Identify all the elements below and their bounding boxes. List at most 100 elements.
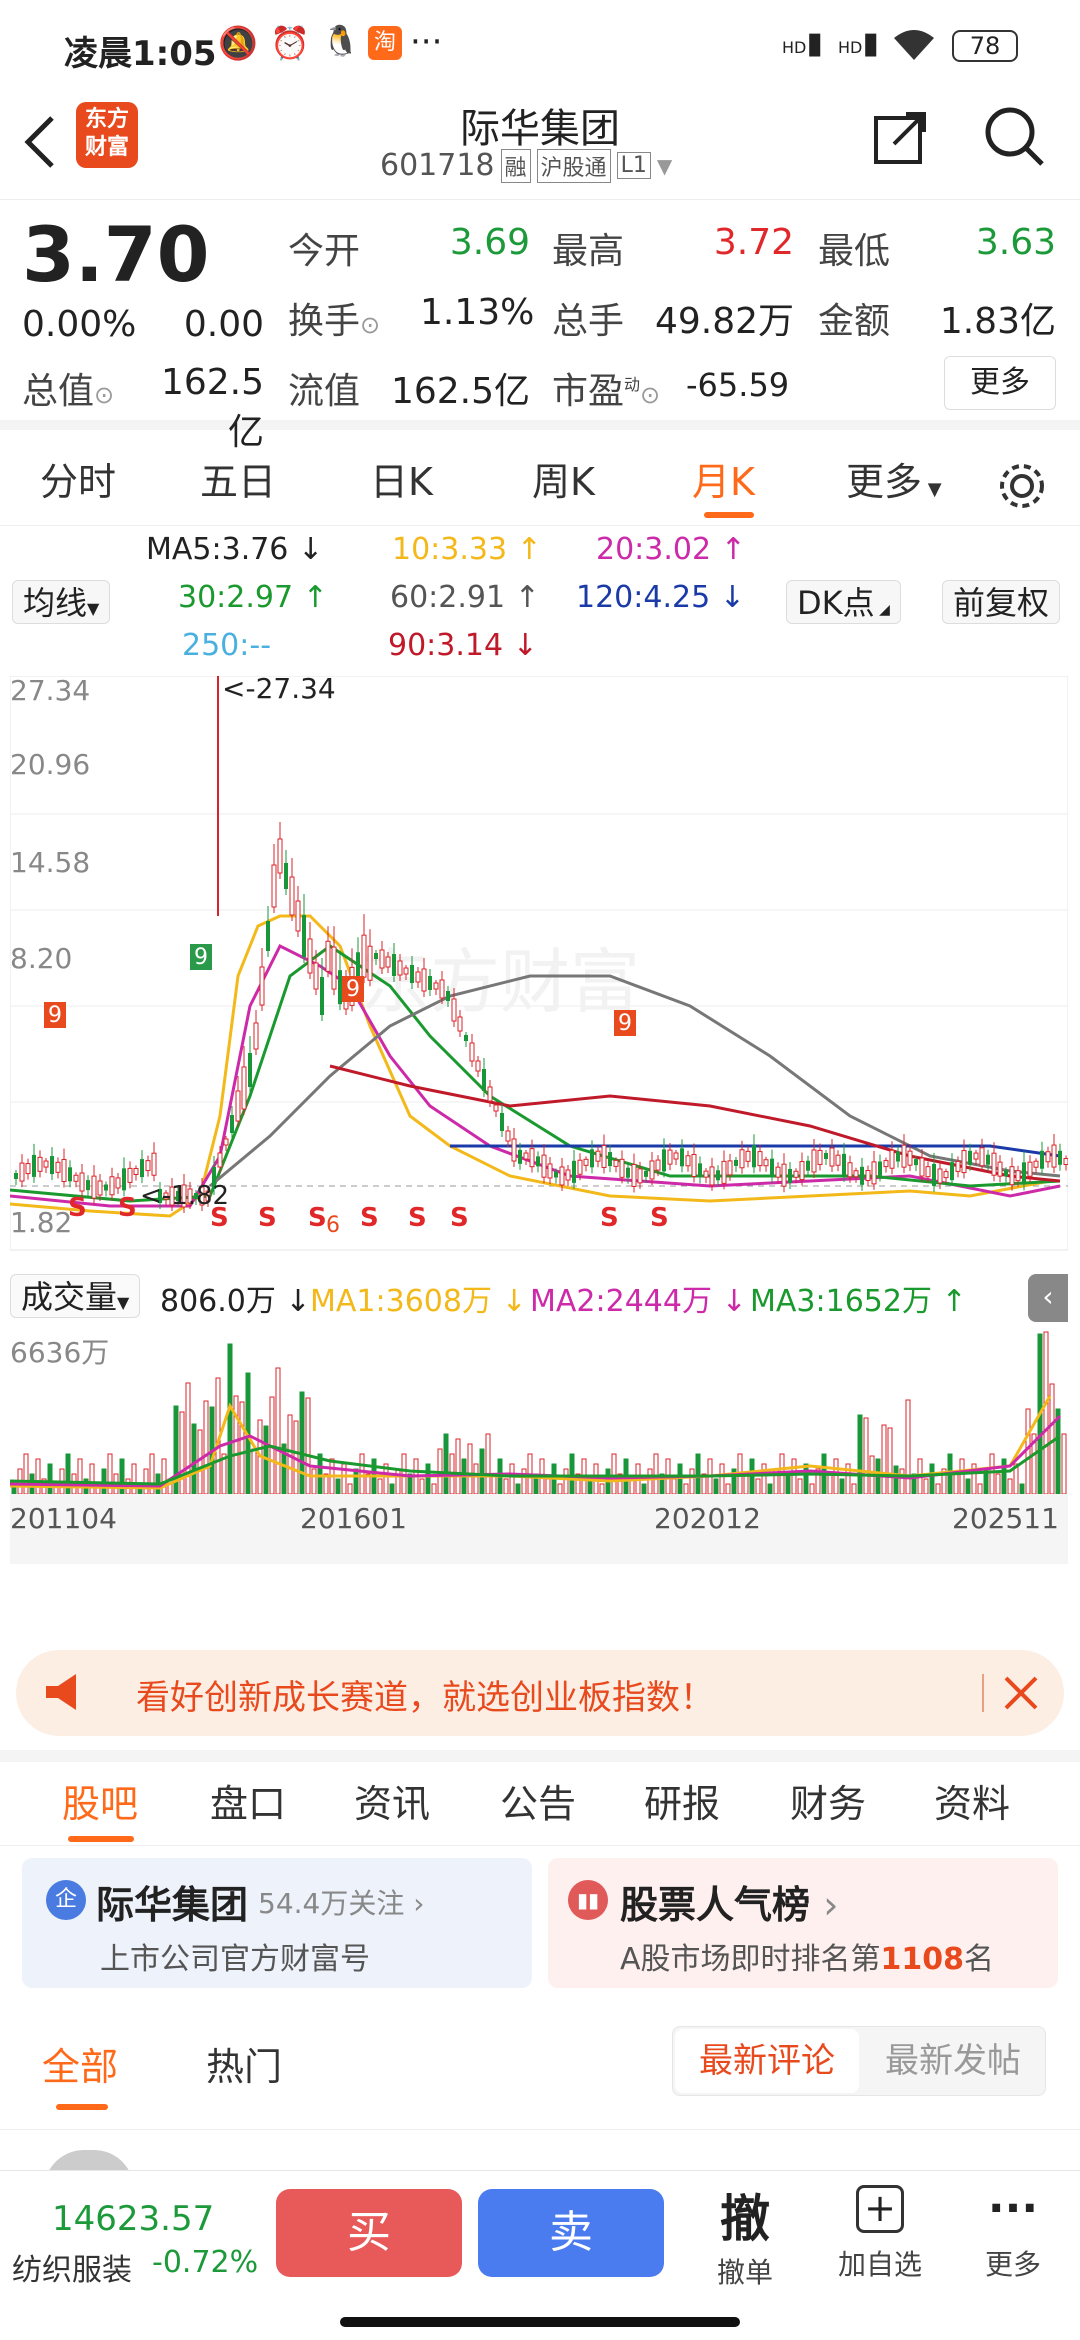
popularity-card[interactable]: ▮▮ 股票人气榜 › A股市场即时排名第1108名 [548,1858,1058,1988]
volume-bar [905,1399,911,1495]
candle-body [37,1156,43,1172]
info-icon[interactable]: ⊙ [640,381,660,409]
tab-weekly-k[interactable]: 周K [532,440,595,526]
settings-gear-icon[interactable] [996,460,1048,512]
candle-body [1033,1160,1039,1168]
candle-body [271,864,277,908]
megaphone-icon [46,1674,76,1710]
ad-banner[interactable]: 看好创新成长赛道，就选创业板指数！ [16,1650,1064,1736]
kline-chart[interactable]: 东方财富 <-27.34 27.34 20.96 14.58 8.20 1.82… [10,676,1068,1266]
adjust-button[interactable]: 前复权 [942,580,1061,624]
candle-body [565,1169,571,1181]
candle-body [619,1158,625,1178]
ma250-label: 250:-- [182,628,272,663]
hd-label-1: HD [782,38,807,57]
candle-body [302,915,306,957]
dropdown-icon[interactable]: ▼ [657,154,672,178]
collapse-icon[interactable]: ‹ [1028,1274,1068,1322]
tab-research[interactable]: 研报 [644,1762,720,1846]
candle-body [43,1160,49,1168]
info-icon[interactable]: ⊙ [360,311,380,339]
close-icon[interactable] [1002,1674,1040,1712]
tab-more[interactable]: 更多 ▼ [846,440,942,526]
td-mark-3: 9 [346,977,360,1002]
tab-handicap[interactable]: 盘口 [210,1762,286,1846]
add-watchlist-button[interactable]: + 加自选 [830,2185,930,2283]
volume-bar [899,1468,905,1495]
tab-five-day[interactable]: 五日 [200,440,276,526]
tab-intraday[interactable]: 分时 [40,440,116,526]
low-label: 最低 [818,231,891,272]
company-card[interactable]: 企 际华集团 54.4万关注 › 上市公司官方财富号 [22,1858,532,1988]
tab-forum[interactable]: 股吧 [62,1762,138,1846]
mktcap-label[interactable]: 总值⊙ [22,362,114,414]
signal-icon-1: HD▮ [782,26,823,61]
tab-announcements[interactable]: 公告 [500,1762,576,1846]
sort-latest-post[interactable]: 最新发帖 [861,2029,1045,2093]
candle-body [25,1163,31,1175]
sell-mark: S [118,1193,137,1223]
buy-button[interactable]: 买 [276,2189,462,2277]
dropdown-icon: ▼ [922,479,942,500]
index-name[interactable]: 纺织服装 [12,2245,132,2289]
candle-body [403,967,409,975]
popularity-sub: A股市场即时排名第1108名 [620,1934,994,1978]
candle-body [698,1163,702,1178]
more-button[interactable]: 更多 [944,356,1056,410]
volume-bar [767,1483,773,1495]
candle-body [493,1104,499,1112]
candle-body [505,1130,511,1142]
ma90-value: 90:3.14 [388,628,504,663]
candle-body [979,1147,985,1167]
qq-icon: 🐧 [322,24,360,59]
candle-body [842,1153,846,1176]
turnover-label[interactable]: 换手⊙ [288,292,380,344]
candle-body [613,1159,619,1167]
tab-news[interactable]: 资讯 [354,1762,430,1846]
share-icon[interactable] [872,108,930,166]
candle-body [691,1154,697,1178]
tab-daily-k[interactable]: 日K [370,440,433,526]
candle-body [968,1150,972,1165]
volume-selector-button[interactable]: 成交量▼ [10,1274,141,1318]
pe-label[interactable]: 市盈动⊙ [552,362,660,414]
tab-finance[interactable]: 财务 [790,1762,866,1846]
add-watchlist-label: 加自选 [837,2248,922,2281]
feed-tab-hot[interactable]: 热门 [206,2036,282,2091]
candle-body [991,1152,997,1176]
pe-sup: 动 [624,375,641,394]
ma-selector-button[interactable]: 均线▼ [12,580,111,624]
candle-body [950,1162,954,1181]
dk-point-button[interactable]: DK点 ◢ [786,580,901,624]
volume-bar [431,1483,437,1495]
candle-body [14,1173,18,1179]
tab-profile[interactable]: 资料 [934,1762,1010,1846]
more-menu-button[interactable]: ··· 更多 [968,2185,1058,2283]
sort-latest-comment[interactable]: 最新评论 [675,2029,859,2093]
volume-bar [545,1478,551,1495]
info-icon[interactable]: ⊙ [94,381,114,409]
tab-monthly-k[interactable]: 月K [692,440,755,526]
candle-body [925,1166,931,1178]
candle-body [788,1168,792,1183]
candle-body [644,1170,648,1177]
cancel-order-button[interactable]: 撤 撤单 [700,2179,790,2291]
volume-bar [443,1433,449,1495]
volume-bar [227,1343,233,1495]
search-icon[interactable] [982,104,1048,170]
volume-bar [503,1478,509,1495]
index-value[interactable]: 14623.57 [52,2199,214,2239]
volume-bar [923,1478,929,1495]
volume-bar [851,1483,857,1495]
candle-body [997,1161,1003,1177]
sell-button[interactable]: 卖 [478,2189,664,2277]
amount-label: 金额 [818,301,891,342]
volume-bar [791,1458,797,1495]
dropdown-icon: ▼ [87,599,100,618]
dropdown-icon: ▼ [117,1293,130,1312]
ma30-label: 30:2.97 ↑ [178,580,328,615]
feed-tab-all[interactable]: 全部 [42,2036,118,2110]
sell-mark: S [408,1203,427,1233]
candle-body [932,1163,936,1186]
candle-body [428,976,432,990]
